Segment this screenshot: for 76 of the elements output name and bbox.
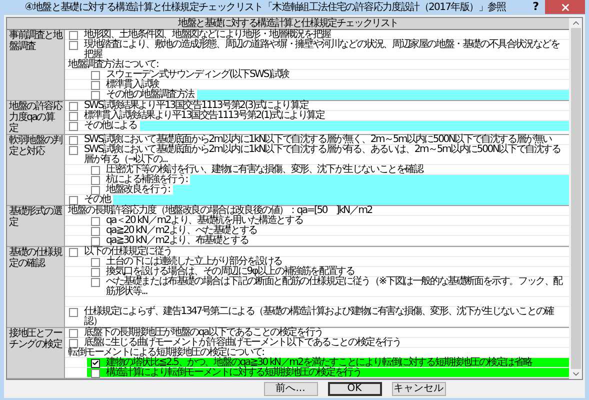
text-field[interactable] — [190, 175, 569, 185]
checkbox[interactable] — [68, 196, 78, 204]
checkbox[interactable] — [68, 112, 78, 120]
checklist-item-text: 土台の下には連続した立上がり部分を設ける — [105, 257, 283, 267]
scrollbar[interactable] — [569, 18, 582, 379]
section-label: 接地圧とフーチングの検定 — [7, 328, 65, 378]
checklist-item-text: 標準貫入試験 — [105, 80, 160, 90]
section-label: 事前調査と地盤調査 — [7, 30, 65, 100]
checklist-item-text: 底盤下の長期接地圧が地盤のqa以下であることの検定を行う — [83, 328, 323, 338]
checkbox[interactable] — [68, 102, 78, 110]
dialog-button[interactable]: OK — [328, 382, 382, 396]
checklist-item-text: 標準貫入試験結果より平13国交告1113号第2(1)式により算定 — [83, 111, 326, 121]
checklist-item-text: SWS試験において基礎底面から2m以内に1kN以下で自沈する層が無く、2m～5m以内に500N以下で自沈する層が無い — [83, 135, 552, 145]
checkbox[interactable] — [68, 30, 78, 40]
checklist-item-text: 圧密沈下等の検討を行い、建物に有害な損傷、変形、沈下が生じないことを確認 — [105, 165, 424, 175]
group-label: 地盤の長期許容応力度（地盤改良の場合は改良後の値）：qa=[50 ]kN／m2 — [67, 206, 374, 216]
window-title: ④地盤と基礎に対する構造計算と仕様規定チェックリスト「木造軸組工法住宅の許容応力度設計（2017年版）」参照 — [24, 0, 507, 15]
column-header: 地盤と基礎に対する構造計算と仕様規定チェックリスト — [7, 18, 569, 30]
checklist-item-text: その他 — [83, 195, 111, 205]
checkbox[interactable] — [90, 176, 100, 184]
checkmark-icon — [92, 359, 98, 367]
checklist-item-text: 建物の塔状比≦2.5、かつ、地盤のqa≧30 kN／m2を満たすことにより転倒に対する短期接地圧の検定は省略 — [105, 358, 534, 368]
checkbox[interactable] — [90, 258, 100, 266]
checklist-item-text: その他による — [83, 121, 138, 131]
close-icon — [560, 2, 570, 12]
checkbox[interactable] — [90, 226, 100, 236]
checklist-item-text: 杭による補強を行う: — [105, 175, 188, 185]
checkbox[interactable] — [68, 146, 78, 154]
checkbox[interactable] — [68, 338, 78, 348]
checkbox[interactable] — [90, 186, 100, 194]
text-field[interactable] — [140, 121, 569, 131]
checkbox[interactable] — [90, 90, 100, 100]
checklist-item-text: 地形図、土地条件図、地盤図などにより地形・地層概況を把握 — [83, 30, 331, 40]
checkbox[interactable] — [90, 358, 100, 368]
checkbox[interactable] — [90, 236, 100, 246]
checklist-item-text: 現地踏査により、敷地の造成形態、周辺の道路や塀・擁壁や河川などの状況、周辺家屋の地盤・基礎の不具合状況などを把握 — [84, 40, 560, 60]
checklist-item-text: qa＜20 kN／m2より、基礎杭を用いた構造とする — [105, 216, 303, 226]
checkbox[interactable] — [90, 166, 100, 174]
checkbox[interactable] — [68, 328, 78, 338]
section-label: 基礎の仕様規定の確認 — [7, 247, 65, 327]
checklist-item-text: 換気口を設ける場合は、その周辺に9φ以上の補強筋を配置する — [105, 267, 354, 277]
checkbox[interactable] — [68, 40, 78, 50]
checklist-item-text: qa≧30 kN／m2より、布基礎とする — [105, 236, 248, 246]
checklist-item-text: 底盤に生じる曲げモーメントが許容曲げモーメント以下であることの検定を行う — [84, 338, 402, 348]
checkbox[interactable] — [90, 268, 100, 276]
section-label: 基礎形式の選定 — [7, 206, 65, 246]
checklist-item-text: SWS試験において基礎底面から2m以内に1kN以下で自沈する層が有る、あるいは、2m～5m以内に500N以下で自沈する層が有る（→以下の... — [83, 145, 562, 165]
help-button[interactable]: ? — [526, 0, 545, 16]
section-label: 地盤の許容応力度qaの算定 — [7, 101, 65, 134]
checklist-item-text: 仕様規定によらず、建告1347号第二による（基礎の構造計算および建物に有害な損傷、変形、沈下が生じないことの確認） — [83, 307, 555, 327]
dialog-button[interactable]: キャンセル — [392, 382, 446, 396]
checklist-item-text: べた基礎または布基礎の場合は下記の断面と配筋の仕様規定に従う（※下図は一般的な基礎断面を示す。フック、配筋形状等... — [105, 277, 564, 297]
checkbox[interactable] — [68, 136, 78, 144]
group-label: 転倒モーメントによる短期接地圧の検定について: — [67, 348, 264, 358]
scroll-thumb[interactable] — [570, 28, 580, 369]
checklist-item-text: スウェーデン式サウンディング(以下SWS)試験 — [105, 70, 290, 80]
checkbox[interactable] — [68, 308, 78, 316]
checkbox[interactable] — [90, 70, 100, 80]
text-field[interactable] — [197, 90, 569, 100]
checklist-item-text: 構造計算により転倒モーメントに対する短期接地圧の検定を行う — [105, 368, 362, 378]
checkbox[interactable] — [90, 216, 100, 226]
checklist-item-text: その他の地盤調査方法 — [106, 90, 195, 100]
checklist-item-text: 地盤改良を行う: — [106, 185, 171, 195]
dialog-button[interactable]: 前へ... — [264, 382, 318, 396]
checkbox[interactable] — [90, 80, 100, 90]
checkbox[interactable] — [90, 368, 100, 378]
checklist-item-text: qa≧20 kN／m2より、べた基礎とする — [105, 226, 258, 236]
close-button[interactable] — [545, 0, 585, 14]
checklist-item-text: 以下の仕様規定に従う — [83, 247, 172, 257]
checkbox[interactable] — [68, 248, 78, 256]
section-label: 軟弱地盤の判定と対応 — [7, 135, 65, 205]
text-field[interactable] — [113, 195, 569, 205]
checklist-item-text: SWS試験結果より平13国交告1113号第2(3)式により算定 — [83, 101, 309, 111]
checkbox[interactable] — [68, 122, 78, 130]
group-label: 地盤調査方法について: — [67, 60, 158, 70]
checkbox[interactable] — [90, 278, 100, 286]
